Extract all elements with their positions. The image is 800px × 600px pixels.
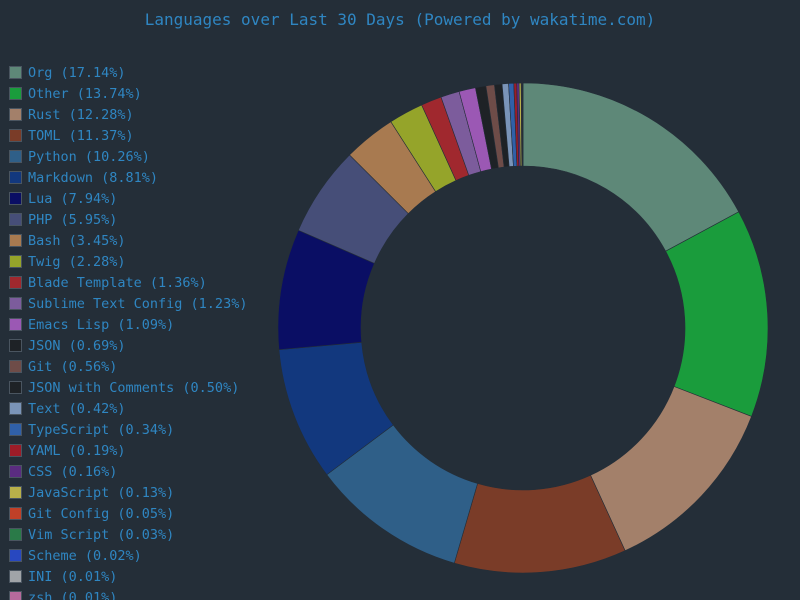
chart-page: Languages over Last 30 Days (Powered by … — [0, 0, 800, 600]
pie-slice — [590, 386, 752, 552]
pie-slice — [522, 82, 740, 252]
donut-chart — [277, 82, 769, 574]
